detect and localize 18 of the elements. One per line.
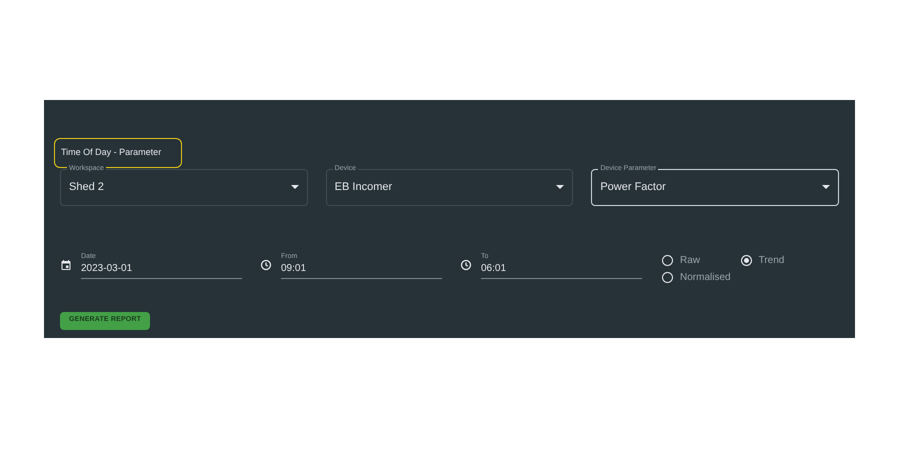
field-value: 06:01 [481,262,508,276]
field-value: 2023-03-01 [81,262,134,276]
radio-label: Normalised [680,270,731,284]
radio-label: Raw [680,254,700,268]
dropdown-caret-icon [290,185,299,189]
field-value: 09:01 [281,262,308,276]
radio-button[interactable] [740,254,752,266]
radio-label: Trend [758,254,784,268]
clock-icon [260,258,272,270]
radio-button[interactable] [662,254,673,266]
dropdown-caret-icon [822,185,830,189]
field-value: EB Incomer [334,180,392,195]
field-value: Power Factor [600,180,666,195]
calendar-icon [60,258,72,270]
clock-icon [460,258,472,270]
radio-button[interactable] [662,272,673,282]
dropdown-caret-icon [556,185,564,189]
field-value: Shed 2 [69,180,104,195]
